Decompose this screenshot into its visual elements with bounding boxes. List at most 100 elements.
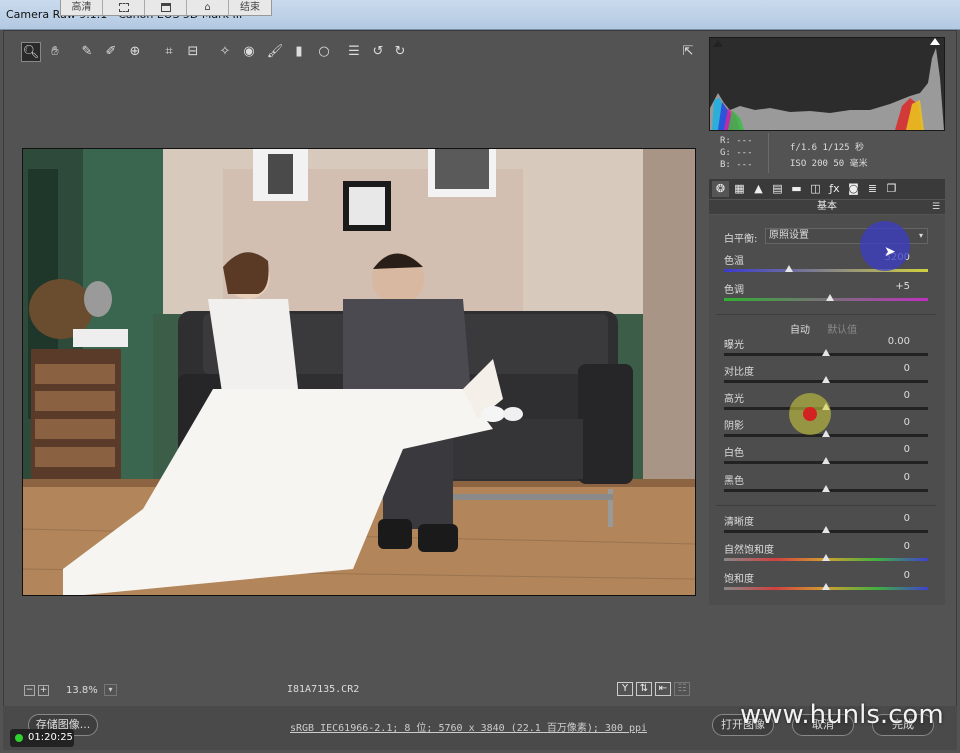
- zoom-out-button[interactable]: −: [24, 684, 35, 696]
- swap-settings-icon[interactable]: ⇅: [636, 682, 652, 696]
- hand-icon[interactable]: ✋︎: [45, 42, 65, 62]
- recorder-end-button[interactable]: 结束: [229, 0, 271, 15]
- slider-thumb[interactable]: [822, 430, 830, 437]
- copy-settings-icon[interactable]: ⇤: [655, 682, 671, 696]
- slider-value[interactable]: 0: [880, 472, 910, 483]
- slider-label: 曝光: [724, 340, 744, 351]
- white-balance-value: 原照设置: [769, 230, 809, 241]
- panel-menu-icon[interactable]: ☰: [932, 202, 940, 212]
- b-value: B: ---: [720, 160, 753, 170]
- auto-button[interactable]: 自动: [790, 325, 810, 336]
- slider-label: 对比度: [724, 367, 754, 378]
- rgb-readout: R: --- G: --- B: ---: [720, 135, 753, 171]
- snapshots-tab-icon[interactable]: ❐: [883, 181, 900, 197]
- slider-value[interactable]: 0: [880, 444, 910, 455]
- panel-tabs: ❂ ▦ ▲ ▤ ▬ ◫ ƒx ◙ ≣ ❐: [709, 179, 945, 199]
- hsl-tab-icon[interactable]: ▤: [769, 181, 786, 197]
- before-after-icon[interactable]: Y: [617, 682, 633, 696]
- preferences-icon[interactable]: ☰: [344, 42, 364, 62]
- slider-value[interactable]: 0: [880, 363, 910, 374]
- slider-track[interactable]: [724, 269, 928, 272]
- region-icon: [118, 2, 129, 12]
- chevron-down-icon: ▾: [108, 685, 113, 694]
- detail-tab-icon[interactable]: ▲: [750, 181, 767, 197]
- zoom-icon[interactable]: 🔍︎: [21, 42, 41, 62]
- recording-timer: 01:20:25: [10, 729, 74, 747]
- crop-icon[interactable]: ⌗: [159, 42, 179, 62]
- graduated-filter-icon[interactable]: ▮: [289, 42, 309, 62]
- click-indicator: [803, 407, 817, 421]
- file-name: I81A7135.CR2: [287, 684, 360, 695]
- zoom-in-button[interactable]: +: [38, 684, 49, 696]
- chevron-down-icon: ▾: [918, 231, 923, 240]
- radial-filter-icon[interactable]: ○: [314, 42, 334, 62]
- panel-title: 基本: [709, 200, 945, 214]
- split-toning-tab-icon[interactable]: ▬: [788, 181, 805, 197]
- straighten-icon[interactable]: ⊟: [183, 42, 203, 62]
- slider-value[interactable]: 0: [880, 570, 910, 581]
- toggle-settings-icon[interactable]: ☷: [674, 682, 690, 696]
- zoom-dropdown[interactable]: ▾: [104, 684, 117, 696]
- histogram: [709, 37, 945, 131]
- site-watermark: www.hunls.com: [740, 700, 944, 730]
- histogram-graph: [710, 48, 944, 130]
- export-icon[interactable]: ⇱: [678, 42, 698, 62]
- slider-value[interactable]: 0: [880, 541, 910, 552]
- recorder-hd-button[interactable]: 高清: [61, 0, 103, 15]
- tool-bar: 🔍︎ ✋︎ ✎ ✐ ⊕ ⌗ ⊟ ✧ ◉ 🖌︎ ▮ ○ ☰ ↺ ↻: [18, 40, 698, 64]
- r-value: R: ---: [720, 136, 753, 146]
- basic-tab-icon[interactable]: ❂: [712, 181, 729, 197]
- recorder-home-button[interactable]: ⌂: [187, 0, 229, 15]
- spot-removal-icon[interactable]: ✧: [215, 42, 235, 62]
- slider-value[interactable]: +5: [880, 281, 910, 292]
- slider-thumb[interactable]: [822, 526, 830, 533]
- slider-value[interactable]: 0: [880, 513, 910, 524]
- rotate-left-icon[interactable]: ↺: [368, 42, 388, 62]
- slider-thumb[interactable]: [822, 457, 830, 464]
- lens-tab-icon[interactable]: ◫: [807, 181, 824, 197]
- exposure-info: f/1.6 1/125 秒: [790, 143, 865, 153]
- red-eye-icon[interactable]: ◉: [239, 42, 259, 62]
- slider-label: 阴影: [724, 421, 744, 432]
- mouse-pointer-icon: ➤: [884, 244, 896, 260]
- auto-default-row: 自动 默认值: [790, 321, 857, 336]
- camera-calibration-tab-icon[interactable]: ◙: [845, 181, 862, 197]
- slider-thumb[interactable]: [826, 294, 835, 301]
- shadow-clipping-icon[interactable]: [713, 40, 723, 47]
- zoom-level: 13.8%: [66, 684, 98, 696]
- recording-dot-icon: [15, 734, 23, 742]
- slider-thumb[interactable]: [785, 265, 794, 272]
- color-sampler-icon[interactable]: ✐: [101, 42, 121, 62]
- white-balance-icon[interactable]: ✎: [77, 42, 97, 62]
- photo-preview[interactable]: [22, 148, 696, 596]
- slider-thumb[interactable]: [822, 554, 830, 561]
- slider-value[interactable]: 0.00: [880, 336, 910, 347]
- workflow-options-link[interactable]: sRGB IEC61966-2.1; 8 位; 5760 x 3840 (22.…: [290, 719, 647, 734]
- wedding-photo: [23, 149, 695, 595]
- slider-thumb[interactable]: [822, 485, 830, 492]
- effects-tab-icon[interactable]: ƒx: [826, 181, 843, 197]
- slider-thumb[interactable]: [822, 349, 830, 356]
- slider-value[interactable]: 0: [880, 417, 910, 428]
- target-adjust-icon[interactable]: ⊕: [125, 42, 145, 62]
- recorder-window-button[interactable]: [145, 0, 187, 15]
- highlight-clipping-icon[interactable]: [930, 38, 940, 45]
- presets-tab-icon[interactable]: ≣: [864, 181, 881, 197]
- adjustment-brush-icon[interactable]: 🖌︎: [265, 42, 285, 62]
- tone-curve-tab-icon[interactable]: ▦: [731, 181, 748, 197]
- slider-thumb[interactable]: [822, 583, 830, 590]
- rotate-right-icon[interactable]: ↻: [390, 42, 410, 62]
- g-value: G: ---: [720, 148, 753, 158]
- timer-value: 01:20:25: [28, 732, 73, 743]
- iso-info: ISO 200 50 毫米: [790, 159, 868, 169]
- recorder-toolbar: 高清 ⌂ 结束: [60, 0, 272, 16]
- camera-info: f/1.6 1/125 秒 ISO 200 50 毫米: [790, 140, 868, 172]
- slider-value[interactable]: 0: [880, 390, 910, 401]
- slider-label: 清晰度: [724, 517, 754, 528]
- section-divider: [716, 505, 936, 506]
- slider-thumb[interactable]: [822, 376, 830, 383]
- slider-label: 色温: [724, 256, 744, 267]
- default-button[interactable]: 默认值: [827, 325, 857, 336]
- view-toggle-group: Y ⇅ ⇤ ☷: [617, 682, 693, 696]
- recorder-region-button[interactable]: [103, 0, 145, 15]
